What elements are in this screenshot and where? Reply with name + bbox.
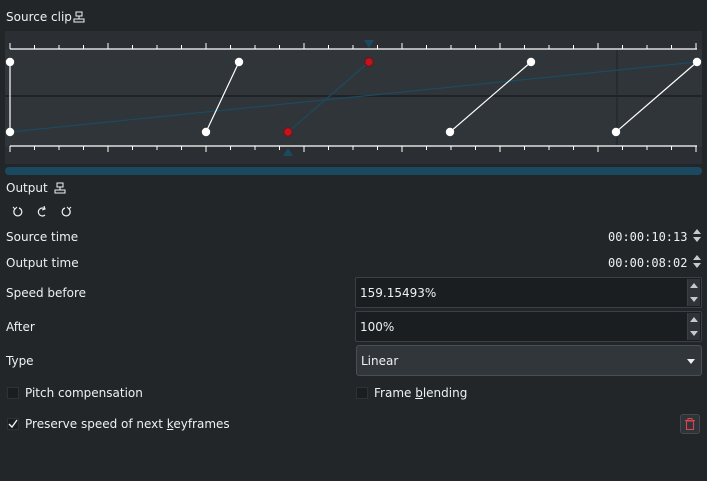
frame-blending-checkbox[interactable] <box>356 387 368 399</box>
keyframe-timeline[interactable] <box>5 31 702 164</box>
frame-blending-label[interactable]: Frame blending <box>374 386 467 400</box>
speed-before-field[interactable]: 159.15493% <box>355 277 702 308</box>
output-title: Output <box>6 181 48 195</box>
source-clip-title: Source clip <box>6 10 72 24</box>
keyframe-dot-selected <box>283 127 293 137</box>
keyframe-dot <box>692 57 702 67</box>
type-select-value: Linear <box>361 354 399 368</box>
sequence-icon <box>73 11 85 23</box>
source-time-value[interactable]: 00:00:10:13 <box>608 230 687 244</box>
preserve-speed-label[interactable]: Preserve speed of next keyframes <box>25 417 230 431</box>
after-label: After <box>6 320 35 334</box>
type-label: Type <box>6 354 34 368</box>
source-time-label: Source time <box>6 230 79 244</box>
pitch-compensation-checkbox[interactable] <box>7 387 19 399</box>
timeline-scrollbar[interactable] <box>5 167 702 175</box>
preserve-speed-checkbox[interactable] <box>7 418 19 430</box>
redo-icon[interactable] <box>36 206 48 218</box>
keyframe-dot <box>526 57 536 67</box>
keyframe-dot <box>5 57 15 67</box>
keyframe-dot <box>611 127 621 137</box>
type-select[interactable]: Linear <box>356 345 702 376</box>
rotate-right-icon[interactable] <box>60 206 72 218</box>
check-icon <box>8 419 18 429</box>
delete-keyframe-button[interactable] <box>680 414 700 434</box>
keyframe-dot <box>201 127 211 137</box>
after-field[interactable]: 100% <box>355 311 702 342</box>
pitch-compensation-label[interactable]: Pitch compensation <box>25 386 143 400</box>
keyframe-dot-selected <box>364 57 374 67</box>
output-time-value[interactable]: 00:00:08:02 <box>608 256 687 270</box>
rotate-left-icon[interactable] <box>12 206 24 218</box>
keyframe-dot <box>234 57 244 67</box>
sequence-icon <box>54 182 66 194</box>
output-time-label: Output time <box>6 256 79 270</box>
after-stepper[interactable] <box>687 313 700 340</box>
chevron-down-icon <box>687 359 695 364</box>
speed-before-stepper[interactable] <box>687 279 700 306</box>
speed-before-label: Speed before <box>6 286 87 300</box>
trash-icon <box>685 418 695 430</box>
keyframe-dot <box>5 127 15 137</box>
after-value[interactable]: 100% <box>360 320 394 334</box>
output-time-spinner[interactable] <box>692 254 702 269</box>
keyframe-dot <box>445 127 455 137</box>
source-time-spinner[interactable] <box>692 228 702 243</box>
speed-before-value[interactable]: 159.15493% <box>360 286 436 300</box>
